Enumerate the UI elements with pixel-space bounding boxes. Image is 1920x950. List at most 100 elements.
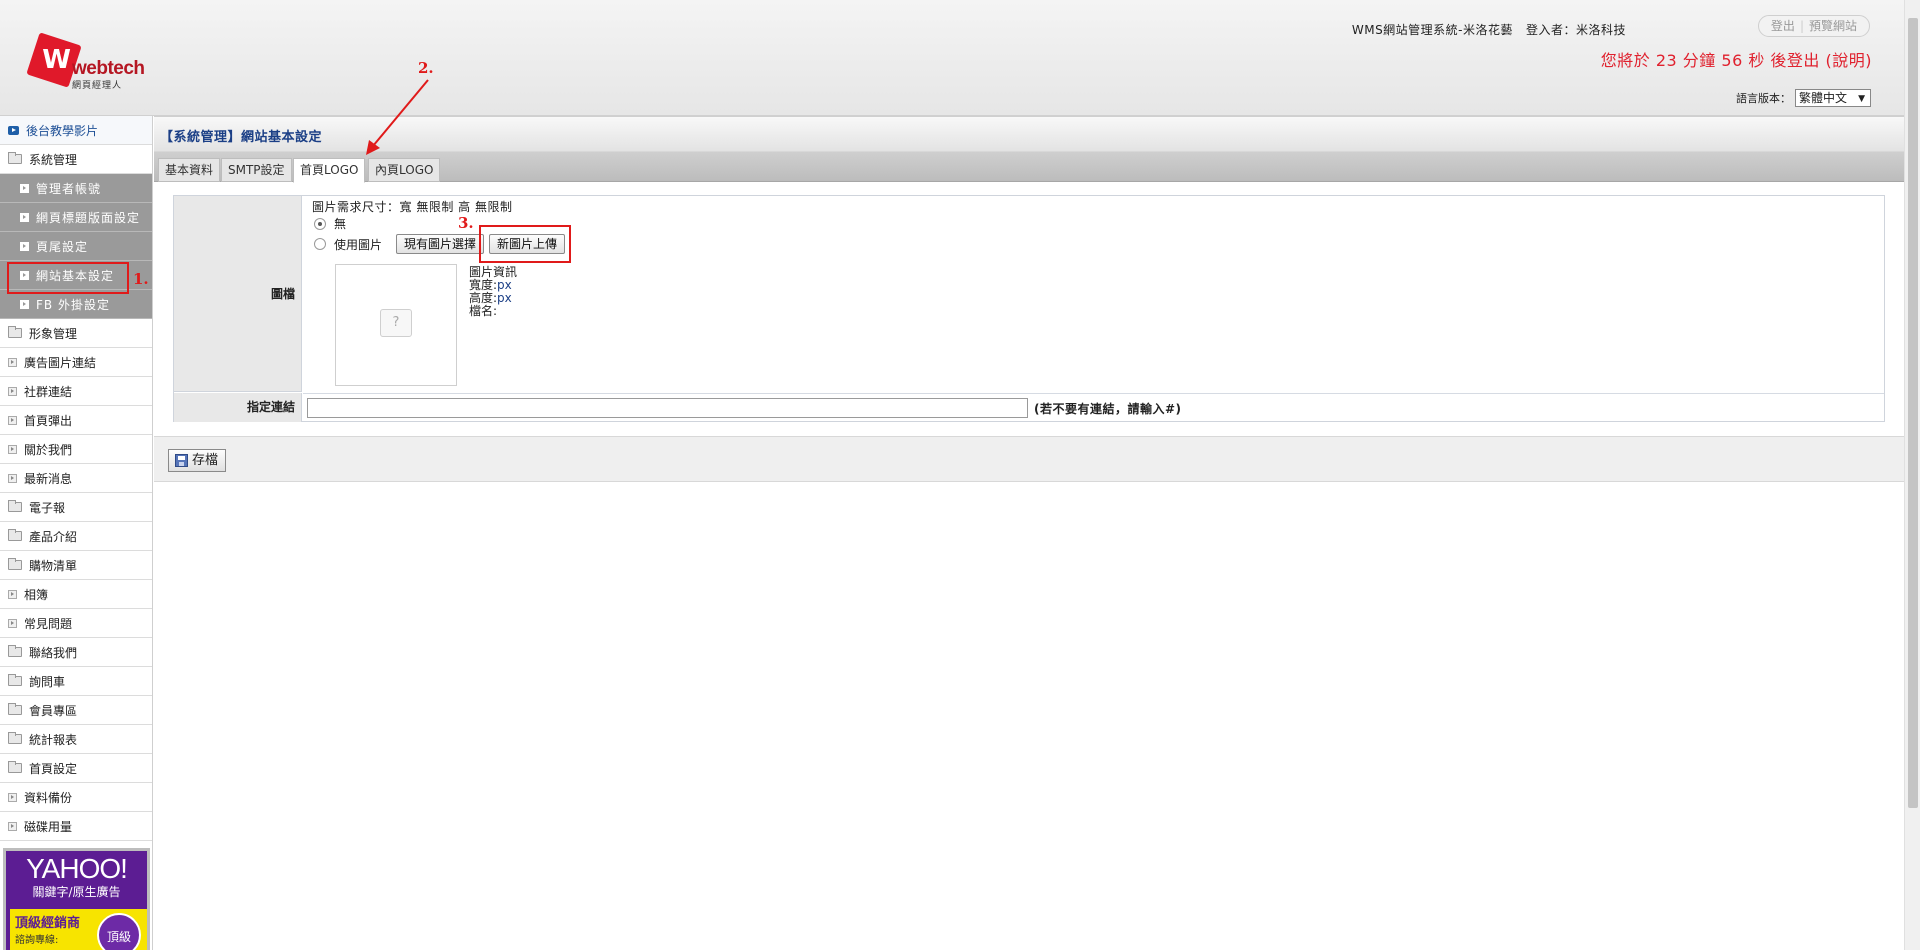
sidebar-item-homepage-settings[interactable]: 首頁設定 [0, 754, 152, 783]
save-button[interactable]: 存檔 [168, 449, 227, 472]
system-title: WMS網站管理系統-米洛花藝 [1351, 23, 1514, 37]
folder-icon [8, 761, 22, 773]
page-icon [8, 473, 17, 483]
option-none[interactable]: 無 [314, 215, 346, 232]
title-bar: 【系統管理】網站基本設定 [154, 116, 1904, 152]
link-label: 指定連結 [174, 393, 302, 422]
image-info: 圖片資訊 寬度:px 高度:px 檔名: [469, 266, 517, 318]
sidebar-item-shopping-list[interactable]: 購物清單 [0, 551, 152, 580]
sidebar-item-disk-usage[interactable]: 磁碟用量 [0, 812, 152, 841]
language-select[interactable]: 繁體中文 ▼ [1795, 89, 1871, 107]
page-icon [8, 357, 17, 367]
sidebar-item-member-area[interactable]: 會員專區 [0, 696, 152, 725]
sidebar-item-about-us[interactable]: 關於我們 [0, 435, 152, 464]
radio-none[interactable] [314, 217, 326, 230]
radio-use-image[interactable] [314, 238, 326, 250]
tab-home-logo[interactable]: 首頁LOGO [293, 158, 366, 183]
bullet-icon [20, 299, 29, 309]
annotation-step-2: 2. [418, 59, 434, 77]
top-links: 登出 | 預覽網站 [1757, 15, 1870, 37]
annotation-box-1 [7, 262, 129, 294]
folder-icon [8, 500, 22, 512]
logo-word: webtech [72, 58, 145, 79]
save-bar: 存檔 [154, 436, 1904, 482]
width-unit: px [497, 278, 512, 292]
sidebar-item-contact-us[interactable]: 聯絡我們 [0, 638, 152, 667]
choose-existing-image-button[interactable]: 現有圖片選擇 [396, 234, 485, 254]
page-icon [8, 589, 17, 599]
bullet-icon [20, 183, 29, 193]
page-title: 【系統管理】網站基本設定 [160, 130, 323, 145]
ad-bottom: 頂級經銷商 諮詢專線: 頂級 [10, 909, 147, 950]
scrollbar-thumb[interactable] [1908, 18, 1918, 808]
sidebar-item-tutorial-videos[interactable]: 後台教學影片 [0, 116, 152, 145]
folder-icon [8, 674, 22, 686]
sidebar-item-ad-image-links[interactable]: 廣告圖片連結 [0, 348, 152, 377]
tab-inner-logo[interactable]: 內頁LOGO [368, 158, 441, 182]
sidebar-item-homepage-popup[interactable]: 首頁彈出 [0, 406, 152, 435]
bullet-icon [20, 241, 29, 251]
chevron-down-icon: ▼ [1858, 94, 1865, 104]
logo-sub: 網頁經理人 [72, 81, 123, 91]
logout-countdown[interactable]: 您將於 23 分鐘 56 秒 後登出 (說明) [1601, 47, 1872, 71]
sidebar-item-data-backup[interactable]: 資料備份 [0, 783, 152, 812]
link-hint: (若不要有連結，請輸入#) [1034, 402, 1182, 416]
folder-icon [8, 703, 22, 715]
main-content: 【系統管理】網站基本設定 基本資料 SMTP設定 首頁LOGO 內頁LOGO 圖… [154, 116, 1904, 950]
sidebar-sub-fb-plugin[interactable]: FB 外掛設定 [0, 290, 152, 319]
preview-site-link[interactable]: 預覽網站 [1809, 19, 1857, 33]
ad-badge: 頂級 [97, 913, 141, 950]
image-label: 圖檔 [174, 196, 302, 392]
page-icon [8, 792, 17, 802]
logout-link[interactable]: 登出 [1771, 19, 1795, 33]
logo-form: 圖檔 圖片需求尺寸：寬 無限制 高 無限制 無 使用圖片 現有圖片選擇 新圖片上… [173, 195, 1885, 422]
language-label: 語言版本： [1736, 92, 1791, 105]
webtech-logo[interactable]: W webtech 網頁經理人 [26, 32, 145, 91]
folder-icon [8, 732, 22, 744]
bullet-icon [20, 212, 29, 222]
page-icon [8, 415, 17, 425]
tab-smtp[interactable]: SMTP設定 [221, 158, 292, 182]
system-info: WMS網站管理系統-米洛花藝 登入者：米洛科技 [1352, 21, 1626, 38]
tab-basic-info[interactable]: 基本資料 [158, 158, 221, 182]
sidebar-item-image-management[interactable]: 形象管理 [0, 319, 152, 348]
sidebar-item-products[interactable]: 產品介紹 [0, 522, 152, 551]
image-placeholder-icon: ? [380, 309, 412, 337]
sidebar-item-latest-news[interactable]: 最新消息 [0, 464, 152, 493]
page-icon [8, 821, 17, 831]
option-none-label: 無 [334, 217, 347, 231]
height-unit: px [497, 291, 512, 305]
folder-icon [8, 558, 22, 570]
link-input[interactable] [307, 398, 1028, 418]
sidebar-sub-footer-settings[interactable]: 頁尾設定 [0, 232, 152, 261]
annotation-step-3: 3. [458, 214, 474, 232]
sidebar-item-newsletter[interactable]: 電子報 [0, 493, 152, 522]
sidebar-sub-page-title-layout[interactable]: 網頁標題版面設定 [0, 203, 152, 232]
save-button-label: 存檔 [192, 453, 219, 468]
play-icon [8, 125, 19, 135]
disk-icon [175, 454, 188, 467]
sidebar-item-faq[interactable]: 常見問題 [0, 609, 152, 638]
login-label: 登入者： [1525, 23, 1576, 37]
login-user: 米洛科技 [1575, 23, 1626, 37]
sidebar-item-social-links[interactable]: 社群連結 [0, 377, 152, 406]
language-row: 語言版本： 繁體中文 ▼ [1736, 89, 1871, 107]
width-label: 寬度: [469, 278, 498, 292]
annotation-step-1: 1. [133, 270, 149, 288]
yahoo-ad-banner[interactable]: YAHOO! 關鍵字/原生廣告 頂級經銷商 諮詢專線: 頂級 [3, 848, 150, 950]
option-use-image-label: 使用圖片 [334, 237, 383, 252]
sidebar-sub-admin-accounts[interactable]: 管理者帳號 [0, 174, 152, 203]
sidebar-item-statistics[interactable]: 統計報表 [0, 725, 152, 754]
height-label: 高度: [469, 291, 498, 305]
ad-tagline: 關鍵字/原生廣告 [32, 885, 121, 899]
folder-icon [8, 326, 22, 338]
page-icon [8, 386, 17, 396]
ad-brand: YAHOO! [26, 853, 128, 884]
tab-row: 基本資料 SMTP設定 首頁LOGO 內頁LOGO [154, 152, 1904, 183]
annotation-box-3 [479, 225, 571, 263]
sidebar-item-album[interactable]: 相簿 [0, 580, 152, 609]
sidebar-item-inquiry-cart[interactable]: 詢問車 [0, 667, 152, 696]
vertical-scrollbar[interactable] [1904, 0, 1920, 950]
language-value: 繁體中文 [1799, 91, 1848, 105]
sidebar-item-system-management[interactable]: 系統管理 [0, 145, 152, 174]
